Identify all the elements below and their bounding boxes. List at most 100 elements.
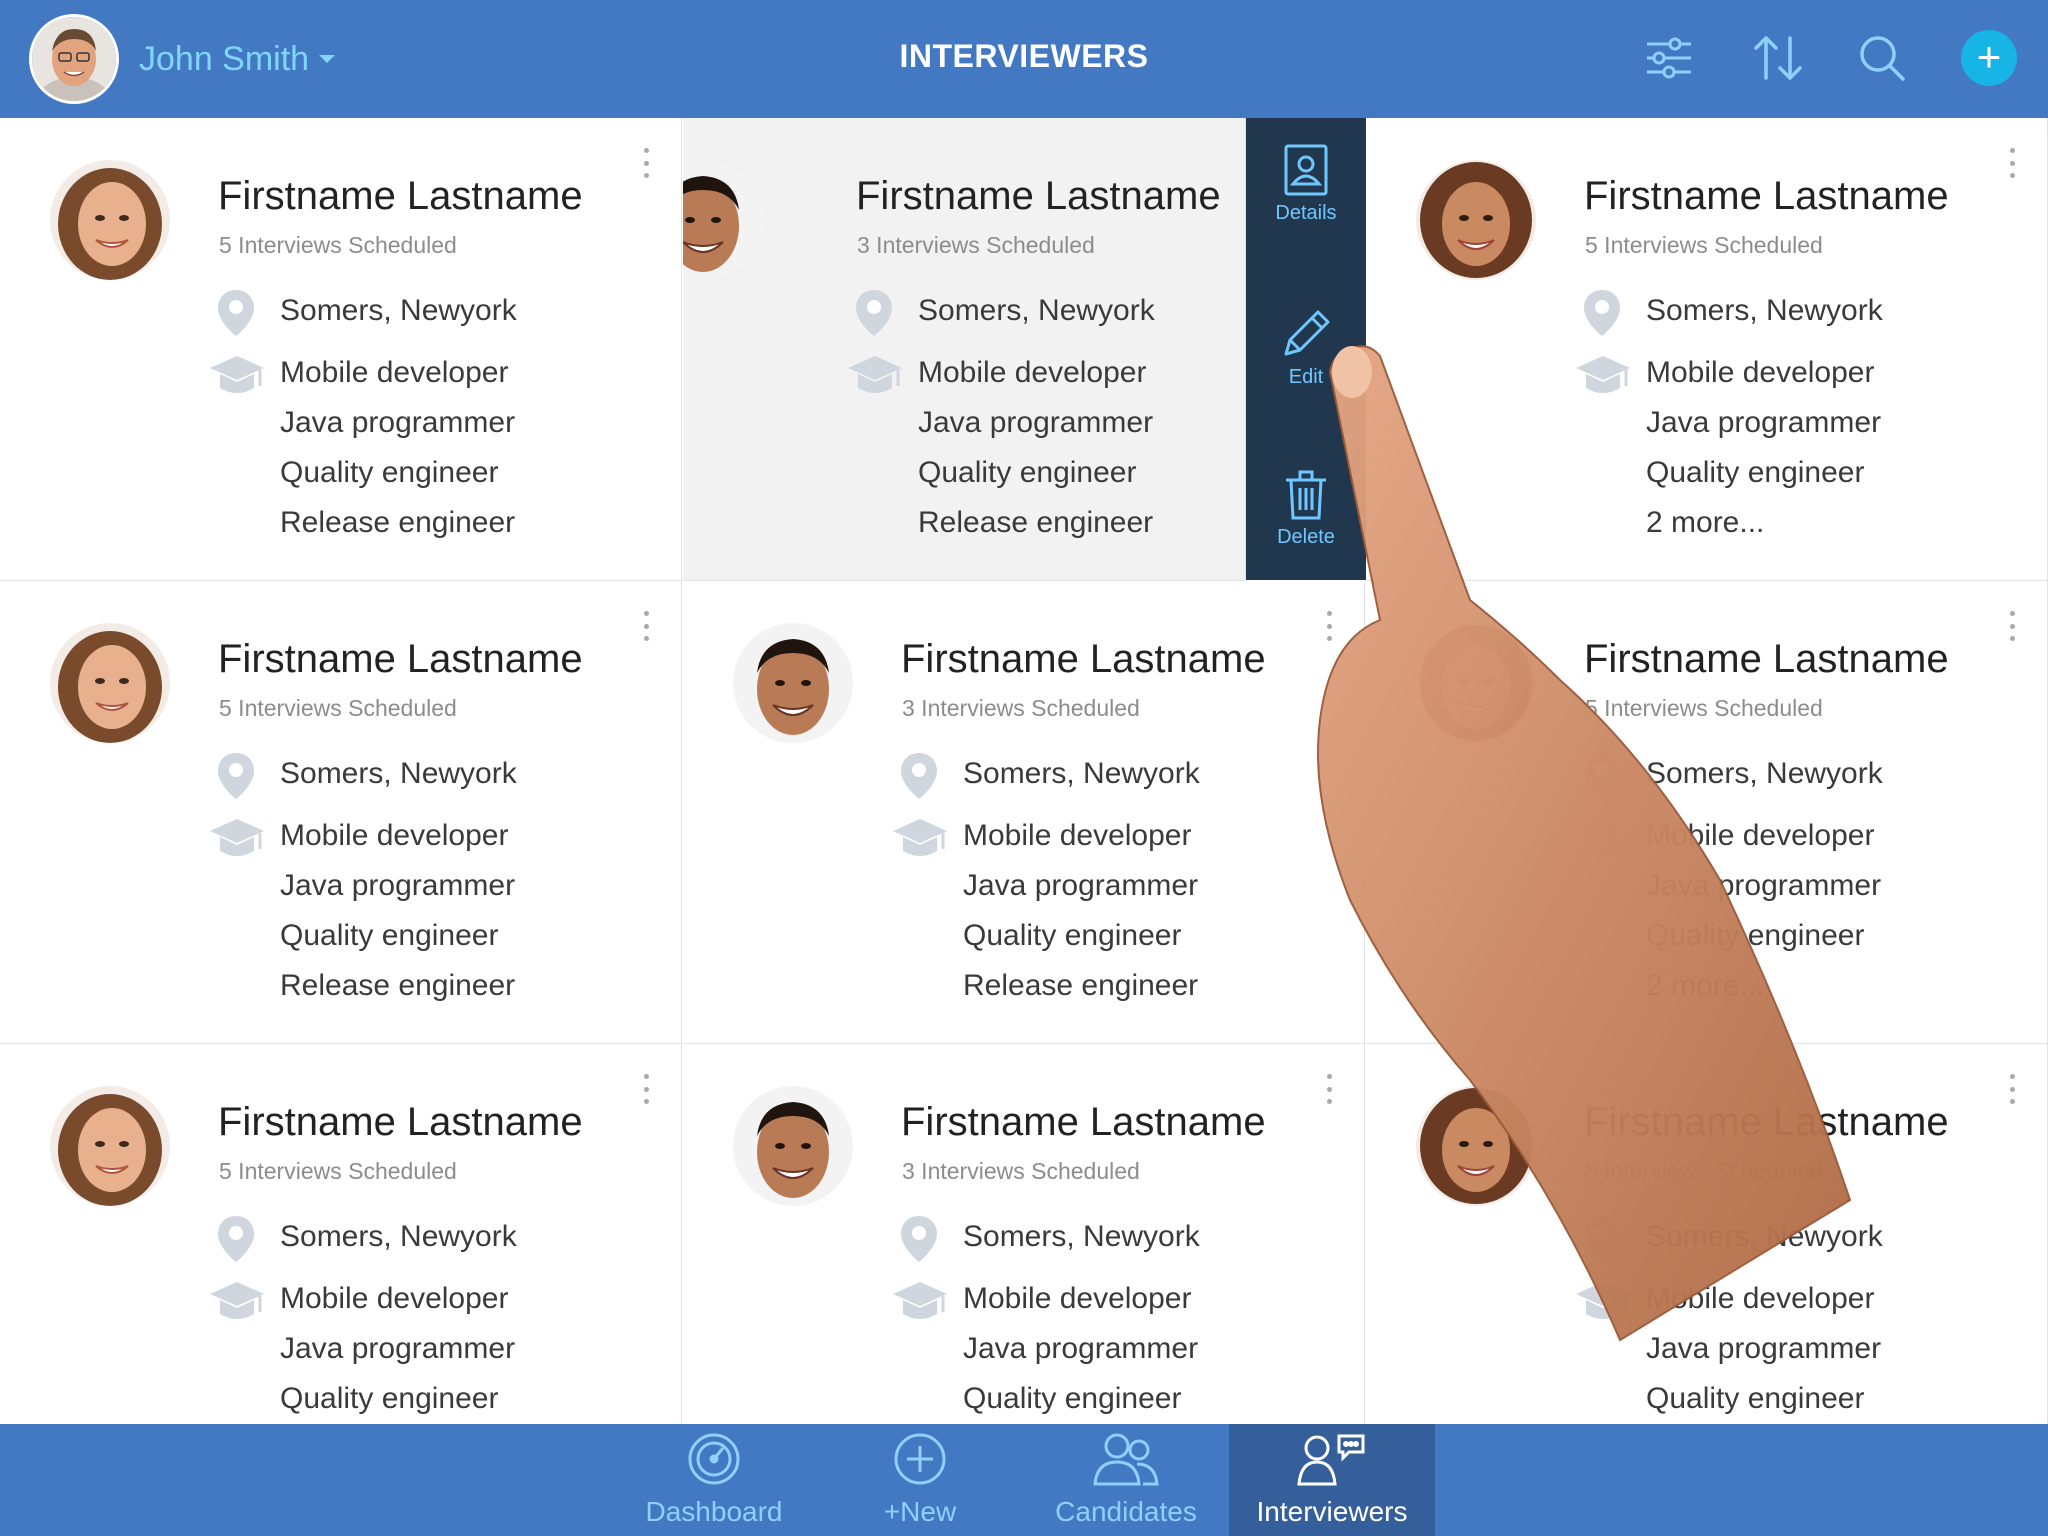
role-item: Quality engineer: [1646, 1382, 1865, 1415]
search-icon[interactable]: [1854, 30, 1910, 86]
interviewer-card[interactable]: Firstname Lastname 5 Interviews Scheduled…: [0, 1044, 682, 1424]
contact-card-icon: [1284, 144, 1328, 196]
more-options-icon[interactable]: [1322, 611, 1336, 641]
delete-button[interactable]: Delete: [1246, 470, 1366, 580]
role-item: Java programmer: [280, 1332, 516, 1365]
role-item: Java programmer: [963, 869, 1199, 902]
role-list: Mobile developer Java programmer Quality e…: [963, 1280, 1198, 1424]
trash-icon: [1286, 470, 1326, 520]
add-interviewer-button[interactable]: +: [1961, 30, 2017, 86]
interviewer-name: Firstname Lastname: [901, 637, 1266, 681]
interviews-scheduled: 5 Interviews Scheduled: [1585, 232, 1823, 258]
interviews-scheduled: 3 Interviews Scheduled: [902, 1158, 1140, 1184]
interviewer-avatar: [1416, 623, 1536, 743]
role-item: Mobile developer: [918, 356, 1147, 389]
graduation-cap-icon: [208, 815, 266, 866]
tab-dashboard-label: Dashboard: [645, 1496, 783, 1527]
location-pin-icon: [216, 1214, 256, 1269]
interviewer-card[interactable]: Firstname Lastname 5 Interviews Scheduled…: [1366, 118, 2048, 581]
details-label: Details: [1275, 202, 1337, 224]
role-item: Mobile developer: [963, 1282, 1192, 1315]
role-list: Mobile developer Java programmer Quality e…: [280, 817, 515, 1017]
interviewer-card[interactable]: Firstname Lastname 5 Interviews Scheduled…: [1366, 1044, 2048, 1424]
interviewer-avatar: [1416, 160, 1536, 280]
role-item: Release engineer: [280, 506, 516, 539]
role-item: Release engineer: [918, 506, 1154, 539]
more-options-icon[interactable]: [2005, 1074, 2019, 1104]
location-pin-icon: [1582, 1214, 1622, 1269]
interviewer-avatar: [50, 1086, 170, 1206]
interviewer-name: Firstname Lastname: [1584, 637, 1949, 681]
app-root: John Smith INTERVIEWERS + Firstname Last…: [0, 0, 2048, 1536]
interviews-scheduled: 5 Interviews Scheduled: [219, 695, 457, 721]
interviewer-avatar: [733, 623, 853, 743]
tab-new[interactable]: +New: [817, 1424, 1023, 1536]
role-item: Mobile developer: [280, 819, 509, 852]
interviewer-card[interactable]: Firstname Lastname 3 Interviews Scheduled…: [683, 1044, 1365, 1424]
interviewer-location: Somers, Newyork: [280, 1220, 517, 1253]
role-item: Quality engineer: [280, 1382, 499, 1415]
role-item: Mobile developer: [1646, 356, 1875, 389]
tab-dashboard[interactable]: Dashboard: [611, 1424, 817, 1536]
location-pin-icon: [1582, 288, 1622, 343]
plus-circle-icon: [894, 1433, 946, 1485]
location-pin-icon: [216, 288, 256, 343]
interviewer-location: Somers, Newyork: [1646, 757, 1883, 790]
role-item: Mobile developer: [280, 1282, 509, 1315]
role-item: Java programmer: [918, 406, 1154, 439]
interviewers-icon: [1297, 1434, 1365, 1486]
interviewer-location: Somers, Newyork: [1646, 1220, 1883, 1253]
pencil-icon: [1284, 310, 1330, 356]
interviews-scheduled: 5 Interviews Scheduled: [219, 1158, 457, 1184]
interviewer-avatar: [50, 623, 170, 743]
interviewer-avatar: [733, 1086, 853, 1206]
interviewer-name: Firstname Lastname: [218, 637, 583, 681]
interviewer-grid: Firstname Lastname 5 Interviews Scheduled…: [0, 118, 2048, 1424]
interviews-scheduled: 3 Interviews Scheduled: [857, 232, 1095, 258]
graduation-cap-icon: [1574, 352, 1632, 403]
interviewer-location: Somers, Newyork: [280, 294, 517, 327]
graduation-cap-icon: [846, 352, 904, 403]
role-item: Quality engineer: [918, 456, 1137, 489]
interviewer-name: Firstname Lastname: [218, 174, 583, 218]
interviewer-avatar: [1416, 1086, 1536, 1206]
interviewer-card[interactable]: Firstname Lastname 3 Interviews Scheduled…: [683, 118, 1246, 581]
role-item: Quality engineer: [280, 919, 499, 952]
sort-icon[interactable]: [1750, 30, 1806, 86]
details-button[interactable]: Details: [1246, 144, 1366, 254]
role-list: Mobile developer Java programmer Quality e…: [1646, 817, 1881, 1017]
interviewer-location: Somers, Newyork: [963, 757, 1200, 790]
role-list: Mobile developer Java programmer Quality e…: [1646, 1280, 1881, 1424]
more-options-icon[interactable]: [2005, 148, 2019, 178]
edit-button[interactable]: Edit: [1246, 308, 1366, 418]
role-item: Java programmer: [1646, 1332, 1882, 1365]
more-options-icon[interactable]: [639, 148, 653, 178]
interviewer-name: Firstname Lastname: [1584, 1100, 1949, 1144]
tab-interviewers-label: Interviewers: [1256, 1496, 1408, 1527]
interviewer-location: Somers, Newyork: [280, 757, 517, 790]
dashboard-icon: [688, 1433, 740, 1485]
graduation-cap-icon: [208, 1278, 266, 1329]
interviewer-card[interactable]: Firstname Lastname 5 Interviews Scheduled…: [0, 581, 682, 1044]
interviewer-card[interactable]: Firstname Lastname 5 Interviews Scheduled…: [1366, 581, 2048, 1044]
more-options-icon[interactable]: [639, 1074, 653, 1104]
role-item: Mobile developer: [1646, 819, 1875, 852]
interviews-scheduled: 3 Interviews Scheduled: [902, 695, 1140, 721]
role-item: Mobile developer: [280, 356, 509, 389]
more-options-icon[interactable]: [1322, 1074, 1336, 1104]
interviewer-card[interactable]: Firstname Lastname 5 Interviews Scheduled…: [0, 118, 682, 581]
role-item: Mobile developer: [1646, 1282, 1875, 1315]
tab-candidates[interactable]: Candidates: [1023, 1424, 1229, 1536]
interviewer-name: Firstname Lastname: [1584, 174, 1949, 218]
more-options-icon[interactable]: [2005, 611, 2019, 641]
interviewer-card[interactable]: Firstname Lastname 3 Interviews Scheduled…: [683, 581, 1365, 1044]
tab-interviewers[interactable]: Interviewers: [1229, 1424, 1435, 1536]
more-options-icon[interactable]: [639, 611, 653, 641]
role-item: Release engineer: [280, 969, 516, 1002]
role-item: Quality engineer: [963, 919, 1182, 952]
graduation-cap-icon: [1574, 815, 1632, 866]
users-icon: [1093, 1433, 1159, 1486]
bottom-nav: Dashboard +New Candidates Interviewers: [0, 1424, 2048, 1536]
filter-icon[interactable]: [1641, 30, 1697, 86]
role-item: Java programmer: [1646, 869, 1882, 902]
